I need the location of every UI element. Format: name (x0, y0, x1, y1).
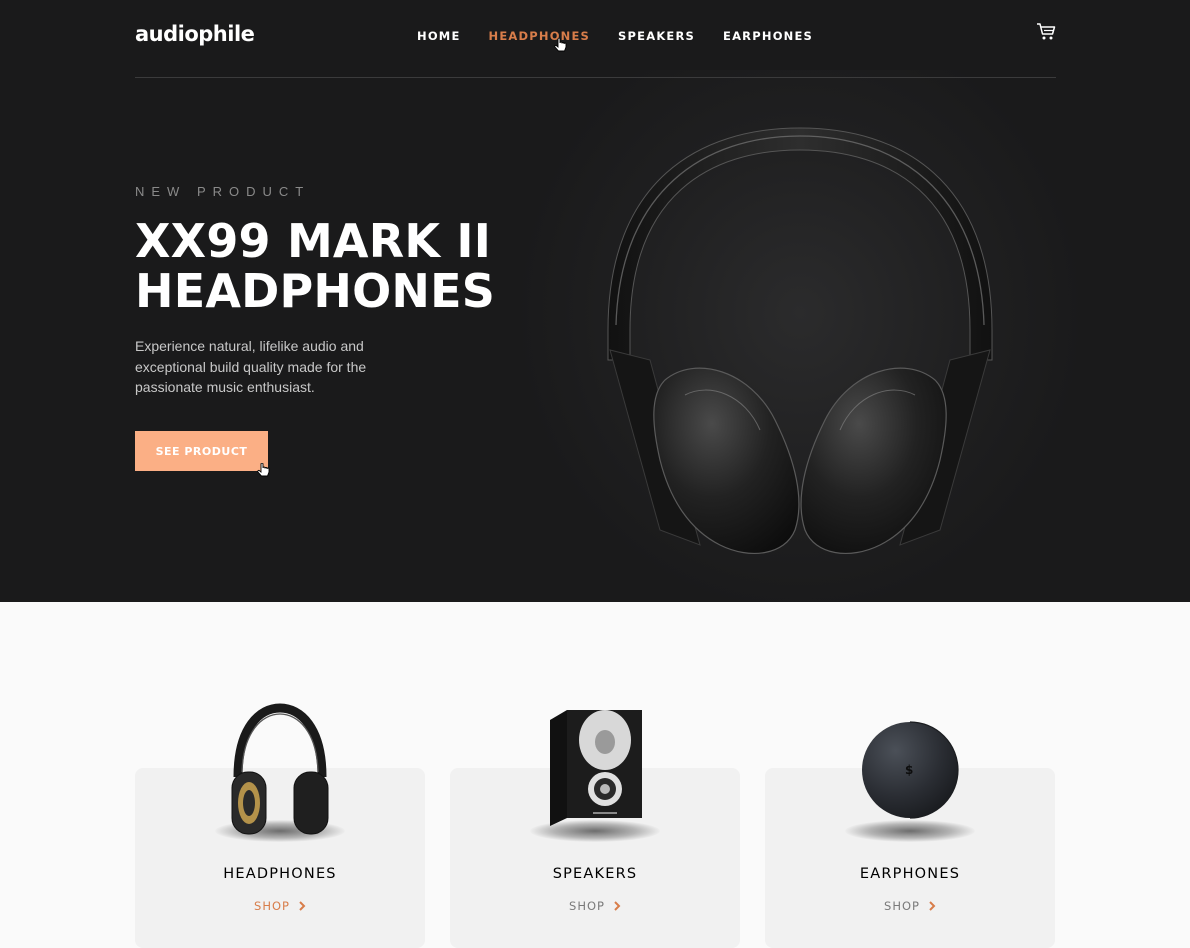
shop-link-label: SHOP (569, 899, 605, 913)
headphones-thumbnail-image (231, 703, 329, 835)
category-title: SPEAKERS (552, 866, 638, 882)
main-menu: HOME HEADPHONES SPEAKERS EARPHONES (417, 29, 813, 43)
hero-overline: NEW PRODUCT (135, 184, 311, 199)
hero-title-line-2: HEADPHONES (135, 264, 496, 318)
shop-link-label: SHOP (884, 899, 920, 913)
hero-section: audiophile HOME HEADPHONES SPEAKERS EARP… (0, 0, 1190, 602)
pointer-cursor-icon (554, 38, 567, 52)
nav-link-home[interactable]: HOME (417, 29, 461, 43)
hero-title-line-1: XX99 MARK II (135, 214, 492, 268)
nav-link-speakers[interactable]: SPEAKERS (618, 29, 695, 43)
chevron-right-icon (614, 901, 621, 911)
category-title: HEADPHONES (223, 866, 337, 882)
category-card-speakers[interactable]: SPEAKERS SHOP (450, 710, 740, 948)
category-card-headphones[interactable]: HEADPHONES SHOP (135, 703, 425, 948)
cart-icon[interactable] (1036, 22, 1056, 41)
chevron-right-icon (299, 901, 306, 911)
svg-text:$: $ (905, 763, 913, 777)
nav-link-headphones[interactable]: HEADPHONES (489, 29, 591, 43)
earphones-case-thumbnail-image: $ (862, 721, 959, 819)
pointer-cursor-icon (257, 463, 270, 477)
brand-logo[interactable]: audiophile (135, 22, 255, 46)
chevron-right-icon (929, 901, 936, 911)
nav-link-earphones[interactable]: EARPHONES (723, 29, 813, 43)
hero-headphones-image (607, 127, 993, 554)
shop-link[interactable]: SHOP (450, 899, 740, 913)
top-navigation: audiophile HOME HEADPHONES SPEAKERS EARP… (135, 0, 1056, 78)
speaker-thumbnail-image (550, 710, 642, 826)
shop-link[interactable]: SHOP (765, 899, 1055, 913)
hero-title: XX99 MARK II HEADPHONES (135, 216, 535, 316)
hero-description: Experience natural, lifelike audio and e… (135, 338, 367, 395)
category-section: HEADPHONES SHOP SPEAKERS SHOP $ EARPHONE… (135, 702, 1056, 948)
shop-link[interactable]: SHOP (135, 899, 425, 913)
see-product-button[interactable]: SEE PRODUCT (135, 431, 268, 471)
category-title: EARPHONES (859, 866, 961, 882)
category-card-earphones[interactable]: $ EARPHONES SHOP (765, 721, 1055, 948)
shop-link-label: SHOP (254, 899, 290, 913)
